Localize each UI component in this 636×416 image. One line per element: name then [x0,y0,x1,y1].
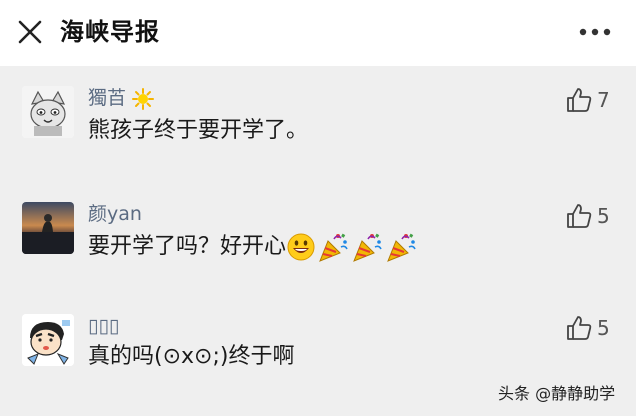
avatar[interactable] [22,202,74,254]
comment-list: 獨苩 熊孩子终于要开学了。 7 颜yan 要开学了吗？好开心 5 ▯▯▯ 真的吗… [0,70,636,416]
comment-text: 熊孩子终于要开学了。 [88,118,309,143]
like-count: 5 [597,316,610,340]
smile-emoji-icon [287,233,315,261]
sun-emoji-icon [132,87,155,110]
party-popper-icon [387,233,416,262]
comment-item: 颜yan 要开学了吗？好开心 5 [0,194,636,304]
top-bar: 海峡导报 [0,0,636,66]
username[interactable]: 獨苩 [88,86,155,110]
like-button[interactable]: 5 [565,314,625,342]
like-button[interactable]: 7 [565,86,625,114]
more-dots-icon [579,28,611,36]
comment-text: 真的吗(⊙x⊙;)终于啊 [88,344,295,369]
username[interactable]: ▯▯▯ [88,314,119,338]
thumbs-up-icon [567,316,592,340]
cat-cartoon-avatar-icon [22,86,74,138]
page-title: 海峡导报 [60,18,160,46]
avatar[interactable] [22,314,74,366]
like-count: 7 [597,88,610,112]
like-count: 5 [597,204,610,228]
like-button[interactable]: 5 [565,202,625,230]
sunset-photo-avatar-icon [22,202,74,254]
party-popper-icon [353,233,382,262]
thumbs-up-icon [567,88,592,112]
thumbs-up-icon [567,204,592,228]
avatar[interactable] [22,86,74,138]
watermark: 头条 @静静助学 [498,384,616,403]
party-popper-icon [319,233,348,262]
more-button[interactable] [575,22,615,42]
comment-item: 獨苩 熊孩子终于要开学了。 7 [0,70,636,180]
comment-text: 要开学了吗？好开心 [88,234,287,259]
comment-body: 要开学了吗？好开心 [88,230,418,264]
username[interactable]: 颜yan [88,202,142,226]
crayon-shin-chan-avatar-icon [22,314,74,366]
close-button[interactable] [14,16,46,48]
username-text: 獨苩 [88,87,127,109]
close-icon [18,20,42,44]
